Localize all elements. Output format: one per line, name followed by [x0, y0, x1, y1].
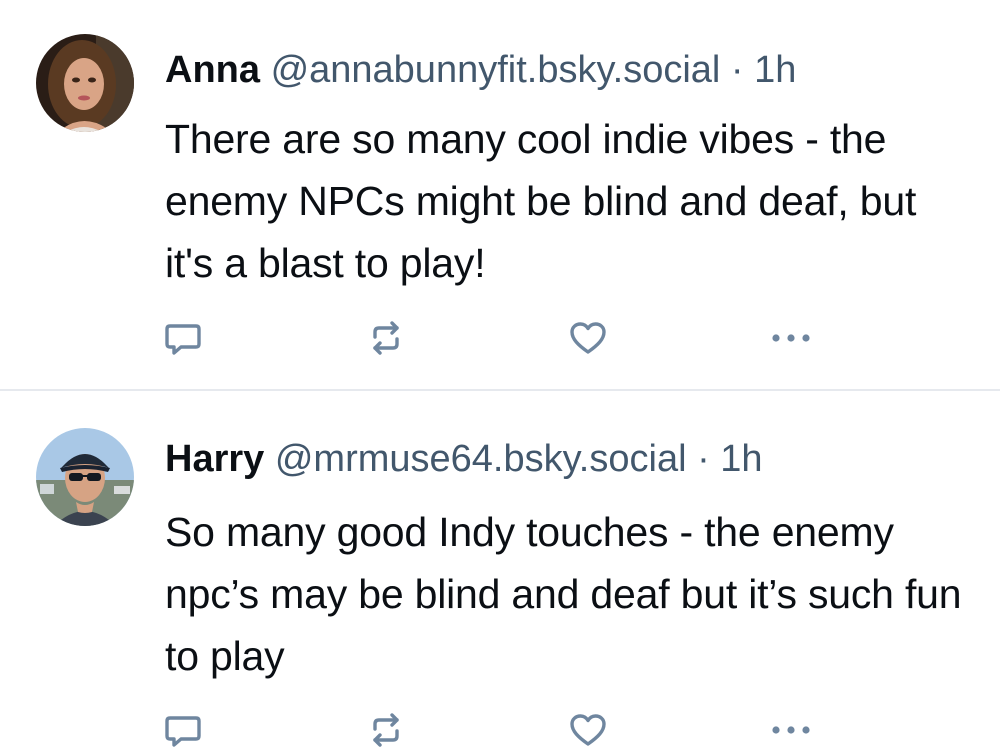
timestamp[interactable]: 1h	[720, 438, 762, 480]
reply-icon	[165, 324, 201, 355]
post-actions	[0, 318, 1000, 358]
post-actions	[0, 710, 1000, 750]
display-name[interactable]: Anna	[165, 49, 260, 91]
reply-button[interactable]	[161, 710, 205, 750]
separator-dot: ·	[697, 438, 710, 480]
display-name[interactable]: Harry	[165, 438, 264, 480]
more-options-button[interactable]	[769, 710, 813, 750]
post[interactable]: Anna @annabunnyfit.bsky.social · 1h Ther…	[0, 0, 1000, 390]
like-button[interactable]	[566, 318, 610, 358]
more-options-icon	[772, 334, 810, 342]
post-text: So many good Indy touches - the enemy np…	[165, 509, 962, 679]
repost-icon	[373, 713, 399, 747]
reply-icon	[165, 716, 201, 747]
separator-dot: ·	[730, 49, 744, 91]
handle[interactable]: @annabunnyfit.bsky.social	[271, 49, 721, 91]
post-header: Anna @annabunnyfit.bsky.social · 1h	[165, 48, 796, 92]
avatar[interactable]	[36, 428, 134, 526]
avatar[interactable]	[36, 34, 134, 132]
more-options-icon	[772, 726, 810, 734]
repost-icon	[373, 321, 399, 355]
post-header: Harry @mrmuse64.bsky.social · 1h	[165, 437, 763, 481]
like-heart-icon	[570, 322, 606, 354]
post-text: There are so many cool indie vibes - the…	[165, 116, 917, 286]
timestamp[interactable]: 1h	[754, 49, 796, 91]
post[interactable]: Harry @mrmuse64.bsky.social · 1h So many…	[0, 391, 1000, 750]
more-options-button[interactable]	[769, 318, 813, 358]
repost-button[interactable]	[364, 710, 408, 750]
like-button[interactable]	[566, 710, 610, 750]
handle[interactable]: @mrmuse64.bsky.social	[275, 438, 687, 480]
reply-button[interactable]	[161, 318, 205, 358]
avatar-photo-man-cap-sunglasses	[36, 428, 134, 526]
avatar-photo-woman	[36, 34, 134, 132]
like-heart-icon	[570, 714, 606, 746]
repost-button[interactable]	[364, 318, 408, 358]
